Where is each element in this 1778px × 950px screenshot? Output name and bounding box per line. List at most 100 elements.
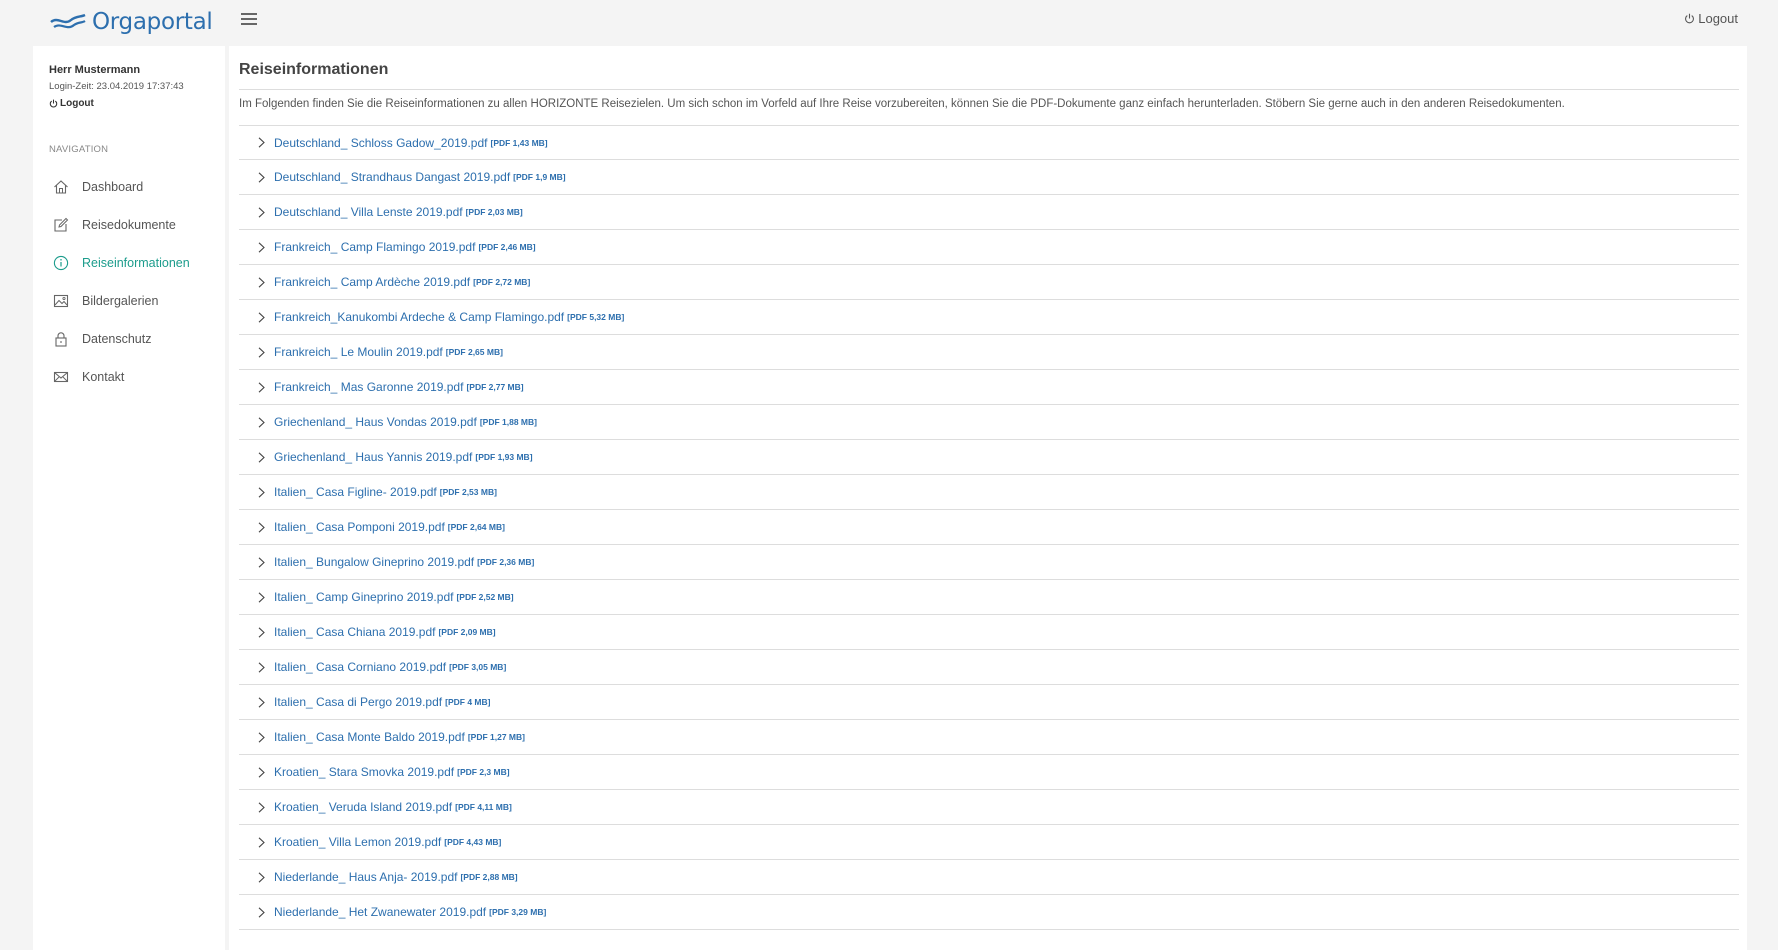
sidebar-item-dashboard[interactable]: Dashboard — [33, 168, 225, 206]
chevron-right-icon — [258, 626, 265, 638]
sidebar-item-datenschutz[interactable]: Datenschutz — [33, 320, 225, 358]
chevron-right-icon — [258, 171, 265, 183]
list-item[interactable]: Frankreich_ Camp Ardèche 2019.pdf [PDF 2,… — [239, 265, 1739, 300]
file-size: [PDF 2,88 MB] — [460, 872, 518, 882]
hamburger-icon — [241, 13, 257, 15]
list-item[interactable]: Griechenland_ Haus Vondas 2019.pdf [PDF 1… — [239, 405, 1739, 440]
chevron-right-icon — [258, 731, 265, 743]
list-item[interactable]: Italien_ Casa Figline- 2019.pdf [PDF 2,53… — [239, 475, 1739, 510]
list-item[interactable]: Niederlande_ Het Zwanewater 2019.pdf [PDF… — [239, 895, 1739, 930]
file-link[interactable]: Niederlande_ Haus Anja- 2019.pdf — [274, 870, 457, 884]
hamburger-icon-line — [241, 23, 257, 25]
chevron-right-icon — [258, 661, 265, 673]
chevron-right-icon — [258, 906, 265, 918]
chevron-right-icon — [258, 346, 265, 358]
main-content: Reiseinformationen Im Folgenden finden S… — [229, 46, 1747, 950]
file-link[interactable]: Deutschland_ Strandhaus Dangast 2019.pdf — [274, 170, 510, 184]
sidebar-item-label: Kontakt — [82, 370, 125, 384]
list-item[interactable]: Italien_ Bungalow Gineprino 2019.pdf [PDF… — [239, 545, 1739, 580]
file-size: [PDF 2,64 MB] — [447, 522, 505, 532]
list-item[interactable]: Kroatien_ Stara Smovka 2019.pdf [PDF 2,3 … — [239, 755, 1739, 790]
file-link[interactable]: Kroatien_ Veruda Island 2019.pdf — [274, 800, 452, 814]
power-icon — [49, 99, 58, 108]
list-item[interactable]: Frankreich_ Camp Flamingo 2019.pdf [PDF 2… — [239, 230, 1739, 265]
file-link[interactable]: Deutschland_ Villa Lenste 2019.pdf — [274, 205, 463, 219]
user-name: Herr Mustermann — [49, 64, 141, 76]
nav-heading: NAVIGATION — [49, 144, 109, 155]
list-item[interactable]: Italien_ Casa Pomponi 2019.pdf [PDF 2,64 … — [239, 510, 1739, 545]
chevron-right-icon — [258, 206, 265, 218]
sidebar-logout-link[interactable]: Logout — [49, 98, 94, 109]
file-link[interactable]: Kroatien_ Villa Lemon 2019.pdf — [274, 835, 441, 849]
logo-text: Orgaportal — [92, 9, 213, 35]
list-item[interactable]: Deutschland_ Strandhaus Dangast 2019.pdf… — [239, 160, 1739, 195]
file-size: [PDF 2,09 MB] — [438, 627, 496, 637]
info-icon — [53, 255, 69, 271]
list-item[interactable]: Italien_ Camp Gineprino 2019.pdf [PDF 2,5… — [239, 580, 1739, 615]
logout-label: Logout — [1698, 11, 1738, 26]
list-item[interactable]: Frankreich_ Mas Garonne 2019.pdf [PDF 2,7… — [239, 370, 1739, 405]
menu-toggle-button[interactable] — [241, 11, 257, 27]
top-bar: Orgaportal Logout — [0, 0, 1778, 45]
file-link[interactable]: Italien_ Casa di Pergo 2019.pdf — [274, 695, 442, 709]
list-item[interactable]: Niederlande_ Haus Anja- 2019.pdf [PDF 2,8… — [239, 860, 1739, 895]
sidebar-item-kontakt[interactable]: Kontakt — [33, 358, 225, 396]
chevron-right-icon — [258, 801, 265, 813]
power-icon — [1685, 13, 1695, 24]
list-item[interactable]: Italien_ Casa Monte Baldo 2019.pdf [PDF 1… — [239, 720, 1739, 755]
file-size: [PDF 2,65 MB] — [445, 347, 503, 357]
logo[interactable]: Orgaportal — [50, 6, 213, 38]
file-link[interactable]: Italien_ Casa Figline- 2019.pdf — [274, 485, 437, 499]
file-link[interactable]: Frankreich_Kanukombi Ardeche & Camp Flam… — [274, 310, 564, 324]
file-link[interactable]: Griechenland_ Haus Vondas 2019.pdf — [274, 415, 477, 429]
file-size: [PDF 2,52 MB] — [456, 592, 514, 602]
logout-button[interactable]: Logout — [1684, 11, 1738, 26]
list-item[interactable]: Frankreich_Kanukombi Ardeche & Camp Flam… — [239, 300, 1739, 335]
chevron-right-icon — [258, 416, 265, 428]
file-link[interactable]: Frankreich_ Mas Garonne 2019.pdf — [274, 380, 463, 394]
list-item[interactable]: Frankreich_ Le Moulin 2019.pdf [PDF 2,65 … — [239, 335, 1739, 370]
list-item[interactable]: Italien_ Casa di Pergo 2019.pdf [PDF 4 MB… — [239, 685, 1739, 720]
sidebar-item-bildergalerien[interactable]: Bildergalerien — [33, 282, 225, 320]
file-link[interactable]: Frankreich_ Camp Ardèche 2019.pdf — [274, 275, 470, 289]
chevron-right-icon — [258, 766, 265, 778]
chevron-right-icon — [258, 276, 265, 288]
file-link[interactable]: Italien_ Bungalow Gineprino 2019.pdf — [274, 555, 474, 569]
file-link[interactable]: Kroatien_ Stara Smovka 2019.pdf — [274, 765, 454, 779]
file-link[interactable]: Italien_ Casa Pomponi 2019.pdf — [274, 520, 445, 534]
list-item[interactable]: Kroatien_ Villa Lemon 2019.pdf [PDF 4,43 … — [239, 825, 1739, 860]
file-link[interactable]: Frankreich_ Le Moulin 2019.pdf — [274, 345, 443, 359]
file-size: [PDF 1,43 MB] — [490, 137, 548, 148]
list-item[interactable]: Italien_ Casa Chiana 2019.pdf [PDF 2,09 M… — [239, 615, 1739, 650]
file-link[interactable]: Italien_ Casa Monte Baldo 2019.pdf — [274, 730, 465, 744]
file-size: [PDF 2,53 MB] — [439, 487, 497, 497]
chevron-right-icon — [258, 486, 265, 498]
sidebar-item-reiseinformationen[interactable]: Reiseinformationen — [33, 244, 225, 282]
file-link[interactable]: Niederlande_ Het Zwanewater 2019.pdf — [274, 905, 486, 919]
file-size: [PDF 2,3 MB] — [457, 767, 510, 777]
intro-text: Im Folgenden finden Sie die Reiseinforma… — [239, 98, 1565, 110]
list-item[interactable]: Kroatien_ Veruda Island 2019.pdf [PDF 4,1… — [239, 790, 1739, 825]
file-size: [PDF 2,72 MB] — [473, 277, 531, 287]
file-link[interactable]: Italien_ Casa Corniano 2019.pdf — [274, 660, 446, 674]
file-size: [PDF 2,46 MB] — [478, 242, 536, 252]
chevron-right-icon — [258, 871, 265, 883]
file-link[interactable]: Italien_ Casa Chiana 2019.pdf — [274, 625, 435, 639]
file-link[interactable]: Frankreich_ Camp Flamingo 2019.pdf — [274, 240, 475, 254]
file-size: [PDF 4,43 MB] — [444, 837, 502, 847]
list-item[interactable]: Italien_ Casa Corniano 2019.pdf [PDF 3,05… — [239, 650, 1739, 685]
sidebar-item-label: Reisedokumente — [82, 218, 176, 232]
file-link[interactable]: Deutschland_ Schloss Gadow_2019.pdf — [274, 136, 487, 150]
list-item[interactable]: Deutschland_ Schloss Gadow_2019.pdf [PDF … — [239, 125, 1739, 160]
file-list: Deutschland_ Schloss Gadow_2019.pdf [PDF … — [239, 125, 1739, 930]
file-link[interactable]: Italien_ Camp Gineprino 2019.pdf — [274, 590, 453, 604]
file-size: [PDF 2,77 MB] — [466, 382, 524, 392]
list-item[interactable]: Deutschland_ Villa Lenste 2019.pdf [PDF 2… — [239, 195, 1739, 230]
file-size: [PDF 4,11 MB] — [455, 802, 512, 812]
chevron-right-icon — [258, 137, 265, 148]
list-item[interactable]: Griechenland_ Haus Yannis 2019.pdf [PDF 1… — [239, 440, 1739, 475]
file-link[interactable]: Griechenland_ Haus Yannis 2019.pdf — [274, 450, 472, 464]
sidebar-item-reisedokumente[interactable]: Reisedokumente — [33, 206, 225, 244]
chevron-right-icon — [258, 521, 265, 533]
chevron-right-icon — [258, 556, 265, 568]
